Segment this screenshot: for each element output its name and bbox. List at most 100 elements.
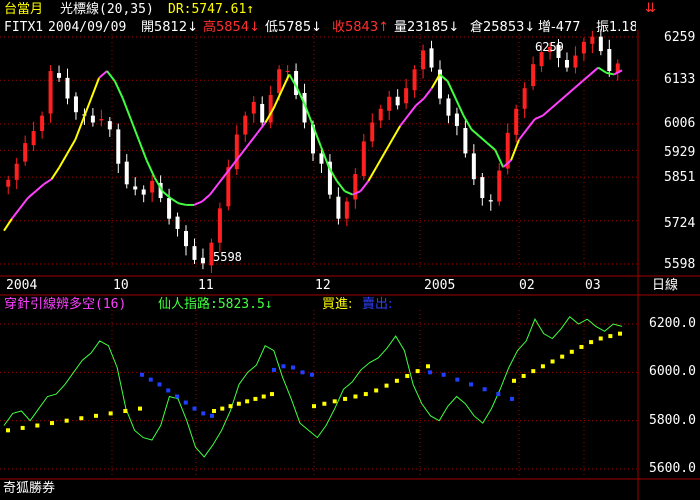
cursor-line-segment	[383, 139, 394, 154]
candle-body	[124, 161, 129, 185]
futures-chart[interactable]: ⇊	[0, 0, 700, 500]
high-annotation: 6259	[535, 40, 564, 54]
buy-dot	[322, 401, 327, 406]
candle-body	[133, 186, 138, 190]
cursor-line-segment	[11, 207, 21, 220]
cursor-line-segment	[597, 66, 607, 74]
buy-dot	[79, 416, 84, 421]
x-tick-label: 03	[585, 278, 601, 293]
cursor-line-segment	[518, 128, 528, 141]
buy-dot	[579, 344, 584, 349]
candle-body	[564, 60, 569, 68]
period-selector[interactable]: 日線	[652, 278, 678, 294]
sell-dot	[441, 372, 446, 377]
y-tick-label: 5929	[664, 145, 696, 160]
sell-dot	[140, 372, 144, 377]
buy-dot	[560, 354, 565, 359]
buy-dot	[94, 413, 98, 418]
cursor-line-segment	[248, 132, 259, 144]
candlestick-series	[6, 29, 620, 273]
buy-dot	[261, 394, 266, 399]
indicator-y-tick: 5800.0	[649, 413, 696, 428]
y-tick-label: 5724	[664, 216, 696, 231]
buy-dot	[108, 411, 113, 416]
candle-body	[446, 98, 451, 116]
cursor-line-segment	[391, 125, 402, 141]
candle-body	[23, 143, 28, 162]
candle-body	[404, 88, 409, 104]
cursor-line-segment	[344, 190, 354, 196]
candle-body	[243, 115, 248, 135]
cursor-line-segment	[367, 166, 378, 182]
candle-body	[598, 36, 603, 52]
cursor-line-segment	[43, 178, 53, 186]
y-tick-label: 6133	[664, 72, 696, 87]
open-interest-value: 倉25853↓	[470, 20, 536, 35]
cursor-line-segment	[98, 70, 108, 79]
buy-dot	[353, 394, 358, 399]
buy-dot	[228, 404, 233, 409]
candle-body	[90, 115, 95, 123]
buy-dot	[426, 364, 430, 369]
sell-dot	[300, 370, 305, 375]
cursor-line-segment	[359, 180, 370, 192]
buy-dot	[384, 383, 389, 388]
candle-body	[480, 177, 485, 199]
cursor-line-segment	[581, 73, 591, 83]
y-tick-label: 5851	[664, 170, 696, 185]
cursor-line-segment	[193, 200, 203, 206]
candle-body	[590, 36, 595, 44]
candle-body	[6, 179, 11, 187]
cursor-line-segment	[74, 118, 85, 141]
buy-dot	[608, 334, 613, 339]
cursor-line-segment	[66, 139, 77, 154]
cursor-line-segment	[137, 139, 148, 161]
buy-label: 買進:	[322, 297, 353, 312]
cursor-line-segment	[605, 71, 615, 76]
buy-dot	[312, 404, 316, 409]
cursor-line-segment	[256, 121, 267, 134]
cursor-line-segment	[478, 135, 488, 144]
candle-body	[175, 216, 180, 229]
sell-dot	[281, 364, 286, 369]
cursor-line-segment	[50, 166, 61, 180]
menu-arrow-icon[interactable]: ⇊	[645, 1, 656, 16]
buy-dot	[569, 349, 574, 354]
cursor-line-segment	[121, 98, 132, 120]
buy-dot	[50, 421, 54, 426]
x-tick-label: 2005	[424, 278, 456, 293]
candle-body	[522, 88, 527, 109]
y-tick-label: 5598	[664, 257, 696, 272]
x-tick-label: 12	[315, 278, 331, 293]
cursor-line-segment	[486, 142, 496, 151]
indicator-y-tick: 6200.0	[649, 316, 696, 331]
svg-text:⇊: ⇊	[645, 1, 656, 16]
candle-body	[184, 231, 189, 247]
candle-body	[344, 201, 349, 219]
indicator-name: 穿針引線辨多空(16)	[4, 297, 127, 312]
high-value: 高5854↓	[203, 20, 260, 35]
symbol-label: FITX1	[4, 20, 44, 35]
change-value: 增-477	[538, 20, 581, 35]
cursor-line-segment	[423, 87, 433, 100]
sell-dot	[291, 365, 295, 370]
cursor-line-segment	[114, 80, 124, 99]
candle-body	[73, 96, 78, 113]
buy-dot	[598, 336, 603, 341]
x-tick-label: 02	[519, 278, 535, 293]
candle-body	[361, 141, 366, 177]
buy-dot	[6, 428, 10, 433]
candle-body	[48, 70, 53, 114]
x-tick-label: 10	[113, 278, 129, 293]
cursor-line-segment	[589, 66, 599, 76]
cursor-line-segment	[201, 193, 211, 203]
candle-body	[531, 64, 536, 87]
buy-dot	[236, 401, 241, 406]
sell-dot	[310, 372, 314, 377]
sell-dot	[166, 388, 171, 393]
buy-dot	[374, 388, 379, 393]
buy-dot	[20, 425, 25, 430]
buy-dot	[123, 409, 128, 413]
cursor-line-segment	[550, 101, 560, 110]
candle-body	[260, 103, 265, 123]
